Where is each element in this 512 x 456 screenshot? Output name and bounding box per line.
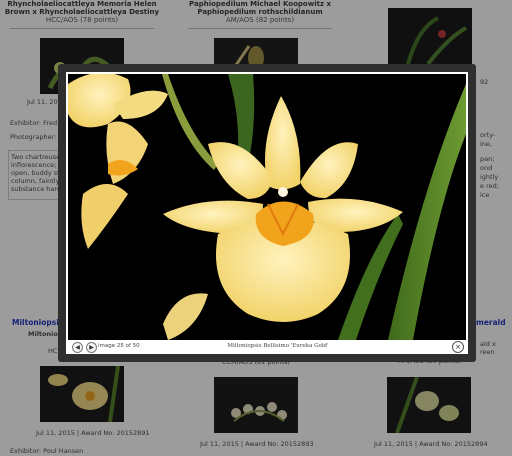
orchid-photo[interactable] xyxy=(68,74,466,340)
orchid-image xyxy=(68,74,466,340)
lightbox-footer: ◀ ▶ image 25 of 50 Miltoniopsis Bellisim… xyxy=(68,340,466,354)
close-icon[interactable]: × xyxy=(452,341,464,353)
image-caption: Miltoniopsis Bellisimo 'Eureka Gold' xyxy=(227,343,329,349)
next-icon[interactable]: ▶ xyxy=(86,342,97,353)
image-counter: image 25 of 50 xyxy=(98,343,140,349)
prev-icon[interactable]: ◀ xyxy=(72,342,83,353)
lightbox-inner: ◀ ▶ image 25 of 50 Miltoniopsis Bellisim… xyxy=(66,72,468,354)
lightbox: ◀ ▶ image 25 of 50 Miltoniopsis Bellisim… xyxy=(58,64,476,362)
